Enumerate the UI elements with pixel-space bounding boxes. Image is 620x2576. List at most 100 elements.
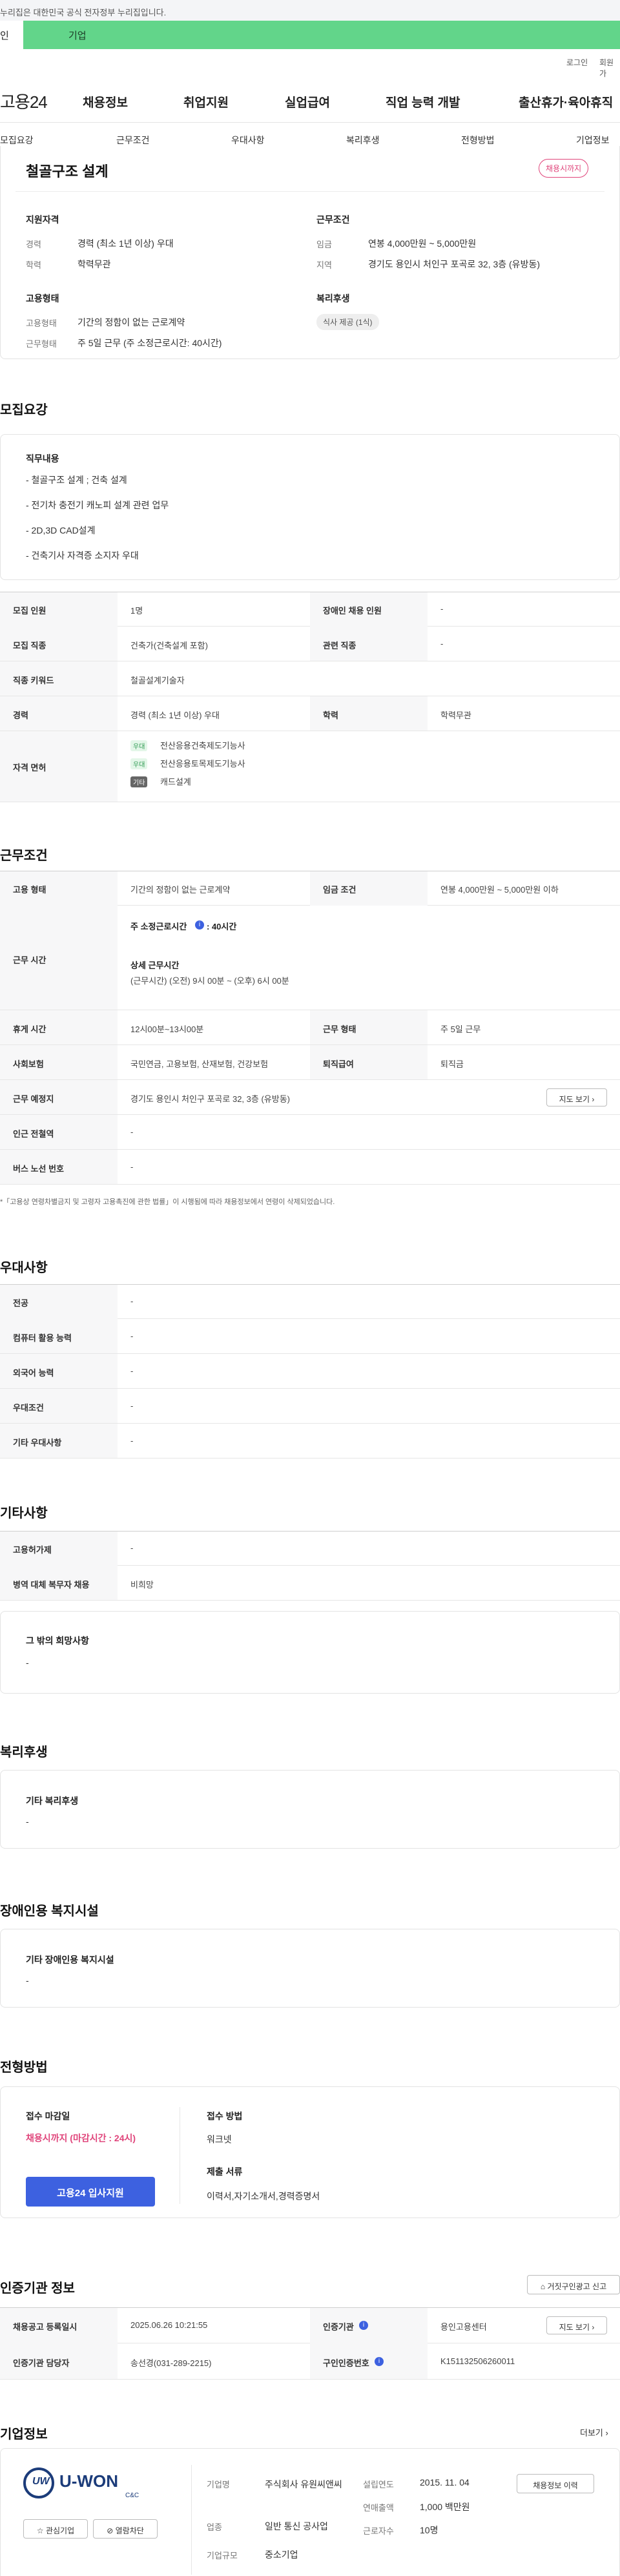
agency-map-button[interactable]: 지도 보기 › <box>546 2316 607 2334</box>
job-value: 건축가(건축설계 포함) <box>130 641 208 650</box>
permit-value: - <box>130 1543 134 1553</box>
place-value: 경기도 용인시 처인구 포곡로 32, 3층 (유방동) <box>130 1094 290 1104</box>
military-key: 병역 대체 복무자 채용 <box>13 1580 90 1590</box>
lang-key: 외국어 능력 <box>13 1368 54 1378</box>
more-label: 더보기 <box>580 2428 603 2438</box>
related-value: - <box>440 639 444 649</box>
docs-value: 이력서,자기소개서,경력증명서 <box>207 2191 320 2201</box>
pref-section-title: 우대사항 <box>0 1261 48 1275</box>
sales-key: 연매출액 <box>363 2503 394 2513</box>
welfare-section-title: 복리후생 <box>0 1745 48 1760</box>
pc-value: - <box>130 1331 134 1341</box>
agency-value: 용인고용센터 <box>440 2322 487 2332</box>
place-key: 근무 예정지 <box>13 1094 54 1104</box>
deadline-value: 채용시까지 (마감시간 : 24시) <box>26 2133 136 2143</box>
tab-personal[interactable]: 인 <box>0 21 23 49</box>
emptype-key: 고용형태 <box>26 318 57 328</box>
job-history-button[interactable]: 채용정보 이력 <box>517 2474 594 2493</box>
map-button[interactable]: 지도 보기 › <box>546 1088 607 1106</box>
industry-value: 일반 통신 공사업 <box>265 2521 328 2531</box>
gnb-item-unemployment[interactable]: 실업급여 <box>285 93 330 110</box>
worktype-value: 주 5일 근무 <box>440 1024 481 1034</box>
bus-value: - <box>130 1162 134 1172</box>
career-key: 경력 <box>13 711 28 720</box>
emp-title: 고용형태 <box>26 293 59 304</box>
wish-title: 그 밖의 희망사항 <box>26 1636 89 1646</box>
divider <box>191 2465 192 2575</box>
map-button-label: 지도 보기 <box>559 1095 590 1104</box>
major-value: - <box>130 1296 134 1306</box>
join-link[interactable]: 회원가 <box>599 57 620 79</box>
disabled-box-value: - <box>26 1975 29 1986</box>
block-button[interactable]: ⊘ 열람차단 <box>93 2519 158 2539</box>
worktype-value: 주 5일 근무 (주 소정근로시간: 40시간) <box>78 338 222 348</box>
manager-key: 인증기관 담당자 <box>13 2358 70 2368</box>
login-link[interactable]: 로그인 <box>566 57 588 68</box>
gnb-item-jobs[interactable]: 채용정보 <box>83 93 128 110</box>
license-key: 자격 면허 <box>13 763 46 773</box>
area-value: 경기도 용인시 처인구 포곡로 32, 3층 (유방동) <box>368 259 540 269</box>
hours-detail-title: 상세 근무시간 <box>130 961 180 970</box>
info-icon[interactable]: i <box>375 2357 384 2366</box>
lang-value: - <box>130 1366 134 1376</box>
info-icon[interactable]: i <box>195 920 204 930</box>
license-tag: 기타 <box>130 776 148 787</box>
report-icon: ⌂ <box>540 2282 546 2291</box>
gnb-item-leave[interactable]: 출산휴가·육아휴직 <box>519 93 613 110</box>
permit-key: 고용허가제 <box>13 1545 52 1555</box>
welfare-box-value: - <box>26 1816 29 1827</box>
star-icon: ☆ <box>36 2526 44 2535</box>
tab-conditions[interactable]: 근무조건 <box>116 134 150 147</box>
emptype-value: 기간의 정함이 없는 근로계약 <box>130 885 231 895</box>
more-link[interactable]: 더보기 › <box>580 2426 608 2438</box>
reg-value: 2025.06.26 10:21:55 <box>130 2320 208 2330</box>
tab-preferences[interactable]: 우대사항 <box>231 134 265 147</box>
license-tag: 우대 <box>130 758 148 769</box>
founded-value: 2015. 11. 04 <box>420 2477 470 2488</box>
disabled-value: - <box>440 604 444 614</box>
disabled-section-title: 장애인용 복지시설 <box>0 1904 99 1918</box>
jobno-key: 구인인증번호 <box>323 2358 369 2368</box>
sales-value: 1,000 백만원 <box>420 2502 470 2512</box>
info-icon[interactable]: i <box>359 2321 368 2330</box>
break-value: 12시00분~13시00분 <box>130 1024 204 1034</box>
subway-value: - <box>130 1127 134 1137</box>
wage-value: 연봉 4,000만원 ~ 5,000만원 <box>368 238 477 249</box>
block-label: 열람차단 <box>115 2526 144 2535</box>
age-notice: *「고용상 연령차별금지 및 고령자 고용촉진에 관한 법률」이 시행됨에 따라… <box>0 1198 335 1206</box>
deadline-title: 접수 마감일 <box>26 2111 70 2121</box>
tab-recruit[interactable]: 모집요강 <box>0 134 34 147</box>
welfare-title: 복리후생 <box>316 293 350 304</box>
staff-value: 10명 <box>420 2525 439 2535</box>
license-name: 전산응용토목제도기능사 <box>160 759 245 769</box>
headcount-value: 1명 <box>130 606 143 616</box>
reg-key: 채용공고 등록일시 <box>13 2322 78 2332</box>
report-button-label: 거짓구인광고 신고 <box>547 2282 607 2291</box>
gnb-item-support[interactable]: 취업지원 <box>183 93 229 110</box>
agency-map-label: 지도 보기 <box>559 2323 590 2332</box>
pc-key: 컴퓨터 활용 능력 <box>13 1333 72 1343</box>
edu-key: 학력 <box>323 711 338 720</box>
emptype-key: 고용 형태 <box>13 885 46 895</box>
apply-button[interactable]: 고용24 입사지원 <box>26 2177 155 2207</box>
tab-personal-label: 인 <box>0 30 9 41</box>
recruit-section-title: 모집요강 <box>0 403 48 417</box>
report-button[interactable]: ⌂ 거짓구인광고 신고 <box>527 2275 620 2294</box>
tab-company[interactable]: 기업 <box>23 21 620 49</box>
related-key: 관련 직종 <box>323 641 356 650</box>
license-name: 전산응용건축제도기능사 <box>160 741 245 751</box>
tab-company[interactable]: 기업정보 <box>576 134 610 147</box>
cond-value: - <box>130 1401 134 1411</box>
duty-item: - 2D,3D CAD설계 <box>26 525 96 535</box>
disabled-box <box>0 1929 620 2008</box>
gnb-item-training[interactable]: 직업 능력 개발 <box>386 93 460 110</box>
tab-welfare[interactable]: 복리후생 <box>346 134 380 147</box>
tab-selection[interactable]: 전형방법 <box>461 134 495 147</box>
site-logo[interactable]: 고용24 <box>0 89 48 113</box>
company-name-key: 기업명 <box>207 2480 230 2489</box>
career-value: 경력 (최소 1년 이상) 우대 <box>78 238 174 249</box>
interest-button[interactable]: ☆ 관심기업 <box>23 2519 88 2539</box>
block-icon: ⊘ <box>107 2526 114 2535</box>
method-title: 접수 방법 <box>207 2111 243 2121</box>
break-key: 휴게 시간 <box>13 1024 46 1034</box>
